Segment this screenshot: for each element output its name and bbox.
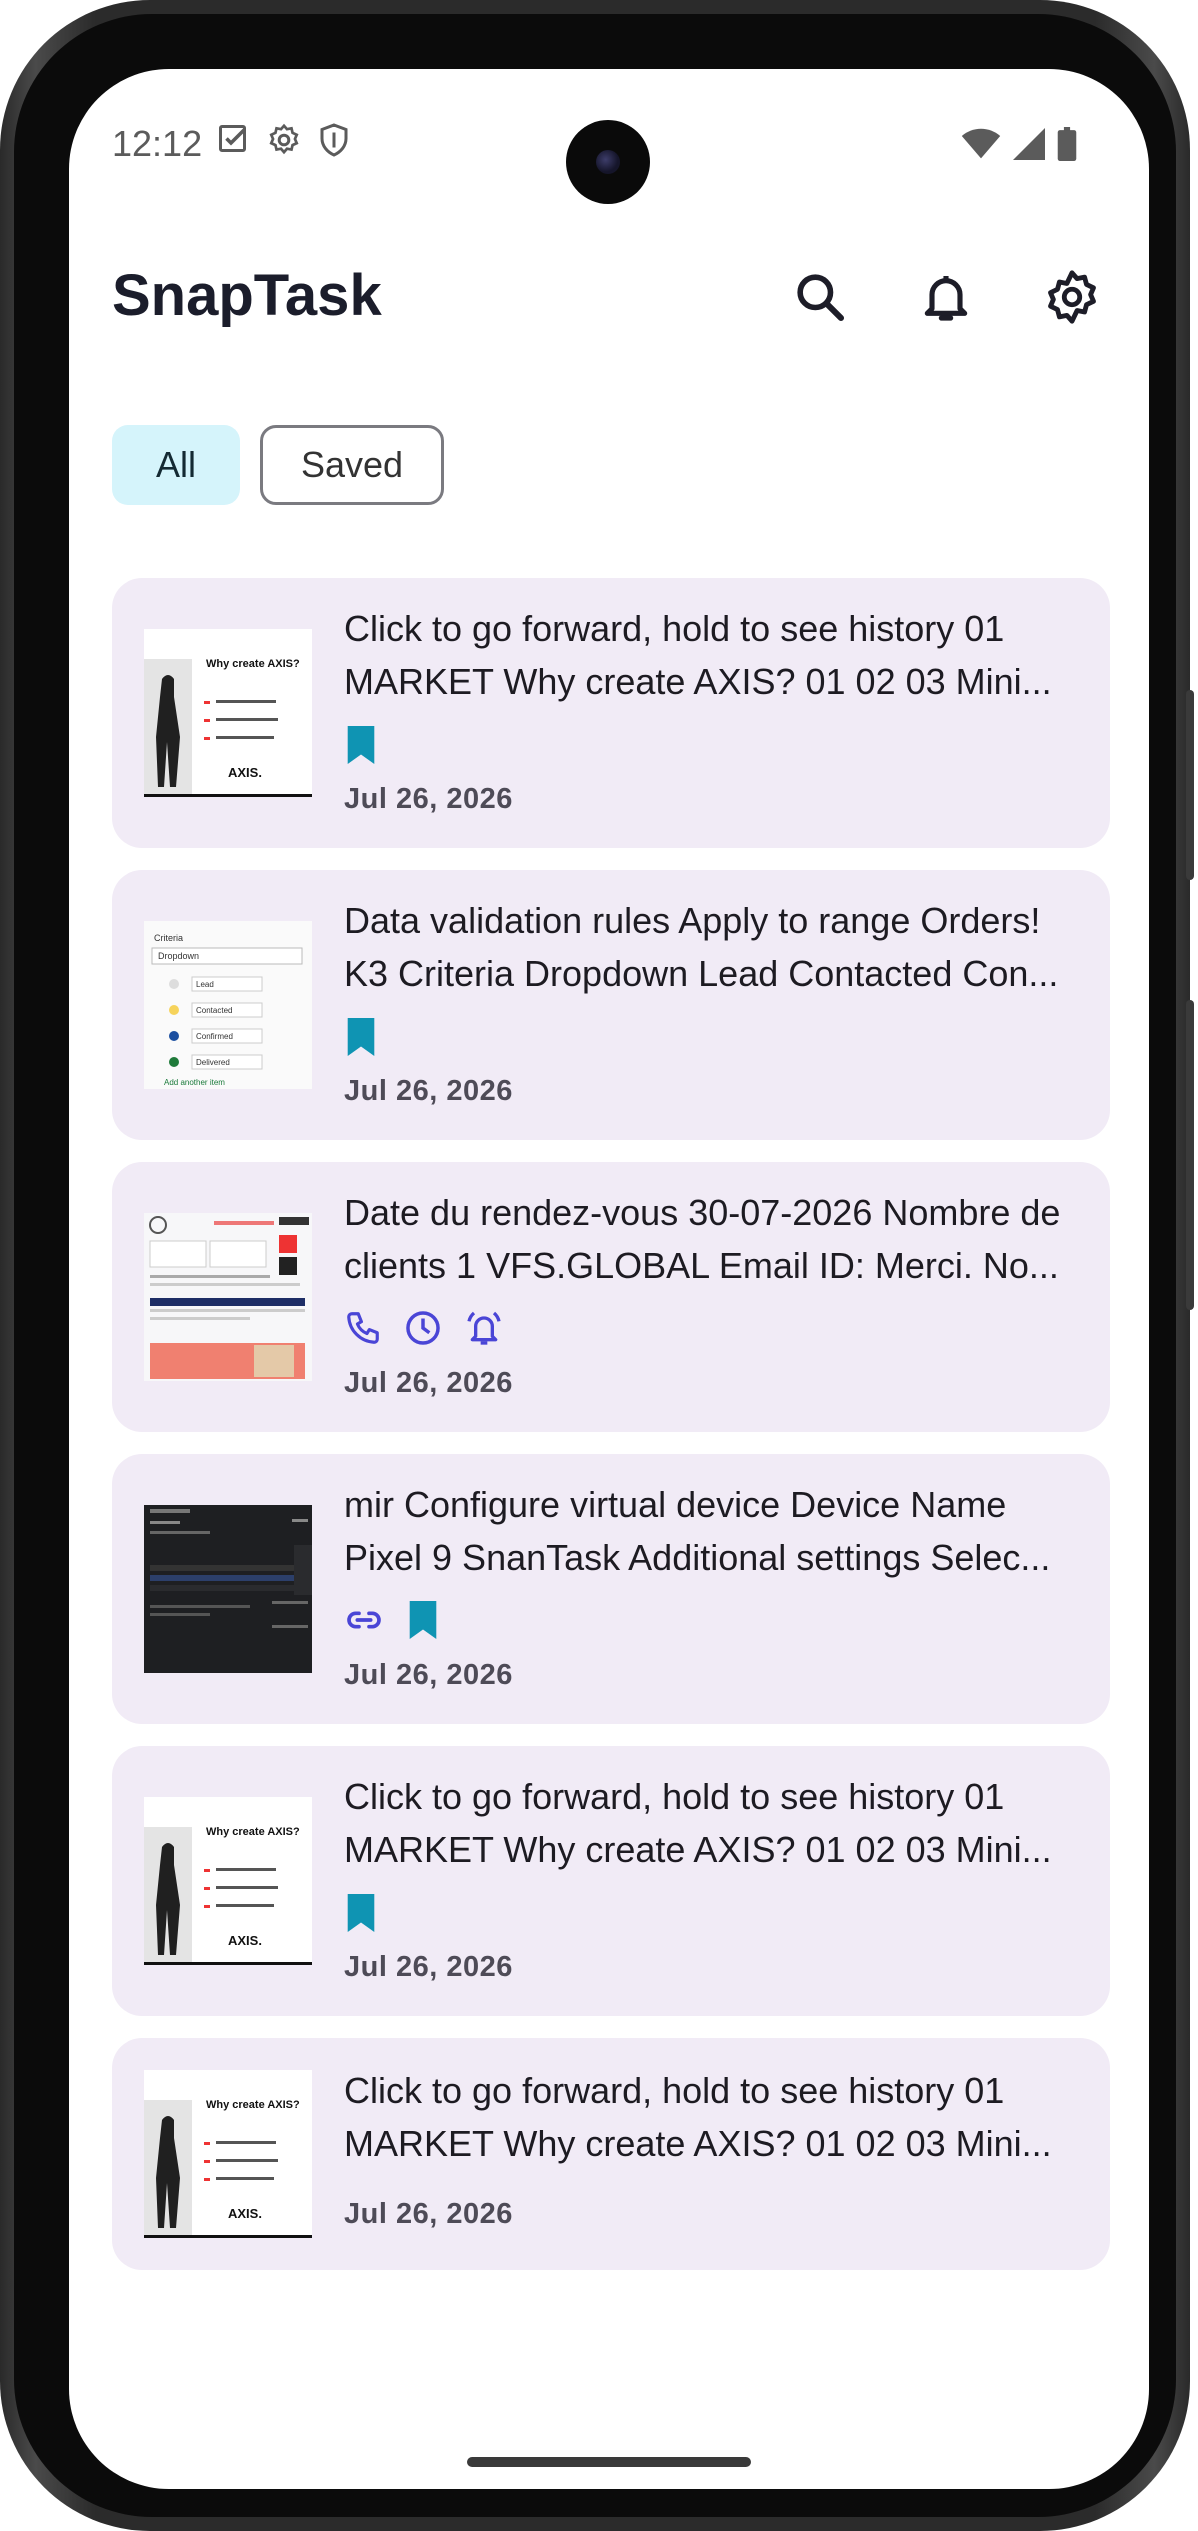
bookmark-icon [347, 726, 375, 764]
thumb-brand: AXIS. [228, 765, 262, 780]
thumb-title: Criteria [154, 933, 183, 943]
status-right [961, 127, 1077, 166]
home-indicator[interactable] [467, 2457, 751, 2467]
list-item[interactable]: Date du rendez-vous 30-07-2026 Nombre de… [112, 1162, 1110, 1432]
status-bar: 12:12 [112, 119, 352, 169]
search-button[interactable] [788, 265, 852, 329]
card-text: Click to go forward, hold to see history… [344, 2064, 1084, 2170]
card-thumbnail: Why create AXIS? AXIS. [144, 1797, 312, 1965]
card-text: Data validation rules Apply to range Ord… [344, 894, 1084, 1000]
thumb-add: Add another item [164, 1078, 225, 1087]
search-icon [797, 274, 845, 322]
card-text-line1: Date du rendez-vous 30-07-2026 Nombre de [344, 1192, 1061, 1233]
bookmark-icon [347, 1018, 375, 1056]
list-item[interactable]: Why create AXIS? AXIS. Click to go forwa… [112, 578, 1110, 848]
card-date: Jul 26, 2026 [344, 1367, 513, 1399]
card-text-line1: Data validation rules Apply to range Ord… [344, 900, 1041, 941]
link-icon[interactable] [344, 1600, 384, 1640]
card-thumbnail: Why create AXIS? AXIS. [144, 2070, 312, 2238]
card-thumbnail [144, 1505, 312, 1673]
card-text-line1: Click to go forward, hold to see history… [344, 2070, 1005, 2111]
card-date: Jul 26, 2026 [344, 1951, 513, 1983]
card-text-line2: clients 1 VFS.GLOBAL Email ID: Merci. No… [344, 1245, 1059, 1286]
card-text: Date du rendez-vous 30-07-2026 Nombre de… [344, 1186, 1084, 1292]
filter-chip-all[interactable]: All [112, 425, 240, 505]
card-meta-icons [344, 1308, 504, 1348]
signal-icon [1013, 128, 1045, 165]
front-camera [566, 120, 650, 204]
card-text: Click to go forward, hold to see history… [344, 602, 1084, 708]
card-text-line2: MARKET Why create AXIS? 01 02 03 Mini... [344, 1829, 1052, 1870]
list-item[interactable]: Why create AXIS? AXIS. Click to go forwa… [112, 2038, 1110, 2270]
bookmark-icon [347, 1894, 375, 1932]
card-date: Jul 26, 2026 [344, 2198, 513, 2230]
list-item[interactable]: Why create AXIS? AXIS. Click to go forwa… [112, 1746, 1110, 2016]
phone-frame: 12:12 SnapTask All Saved Why create AXIS… [0, 0, 1194, 2531]
thumb-title: Why create AXIS? [206, 1826, 300, 1838]
battery-icon [1057, 127, 1077, 166]
power-button [1186, 690, 1194, 880]
settings-button[interactable] [1040, 265, 1104, 329]
thumb-item: Contacted [196, 1006, 232, 1015]
card-meta-icons [344, 1018, 378, 1056]
settings-status-icon [266, 122, 302, 167]
filter-chip-saved[interactable]: Saved [260, 425, 444, 505]
phone-icon[interactable] [344, 1309, 382, 1347]
thumb-title: Why create AXIS? [206, 658, 300, 670]
thumb-item: Lead [196, 980, 214, 989]
thumb-title: Why create AXIS? [206, 2099, 300, 2111]
card-text-line2: K3 Criteria Dropdown Lead Contacted Con.… [344, 953, 1059, 994]
thumb-item: Delivered [196, 1058, 230, 1067]
list-item[interactable]: Criteria Dropdown Lead Contacted Confirm… [112, 870, 1110, 1140]
thumb-brand: AXIS. [228, 1933, 262, 1948]
thumb-brand: AXIS. [228, 2206, 262, 2221]
shield-icon [316, 122, 352, 167]
task-check-icon [216, 122, 252, 167]
card-date: Jul 26, 2026 [344, 1659, 513, 1691]
alarm-icon[interactable] [464, 1308, 504, 1348]
card-text-line2: MARKET Why create AXIS? 01 02 03 Mini... [344, 661, 1052, 702]
card-text-line1: Click to go forward, hold to see history… [344, 608, 1005, 649]
gear-icon [1048, 270, 1096, 324]
app-title: SnapTask [112, 263, 382, 328]
card-date: Jul 26, 2026 [344, 783, 513, 815]
card-meta-icons [344, 1600, 440, 1640]
screen: 12:12 SnapTask All Saved Why create AXIS… [69, 69, 1149, 2489]
list-item[interactable]: mir Configure virtual device Device Name… [112, 1454, 1110, 1724]
phone-bezel: 12:12 SnapTask All Saved Why create AXIS… [14, 14, 1176, 2517]
card-meta-icons [344, 1894, 378, 1932]
card-meta-icons [344, 726, 378, 764]
card-text-line2: MARKET Why create AXIS? 01 02 03 Mini... [344, 2123, 1052, 2164]
clock-icon[interactable] [404, 1309, 442, 1347]
volume-button [1186, 1000, 1194, 1310]
card-date: Jul 26, 2026 [344, 1075, 513, 1107]
thumb-dropdown: Dropdown [158, 951, 199, 961]
card-text: mir Configure virtual device Device Name… [344, 1478, 1084, 1584]
wifi-icon [961, 128, 1001, 165]
card-text-line1: mir Configure virtual device Device Name [344, 1484, 1007, 1525]
card-text-line2: Pixel 9 SnanTask Additional settings Sel… [344, 1537, 1051, 1578]
bell-icon [924, 276, 968, 321]
card-thumbnail: Criteria Dropdown Lead Contacted Confirm… [144, 921, 312, 1089]
card-thumbnail: Why create AXIS? AXIS. [144, 629, 312, 797]
status-time: 12:12 [112, 123, 203, 164]
card-thumbnail [144, 1213, 312, 1381]
bookmark-icon [409, 1601, 437, 1639]
notifications-button[interactable] [914, 265, 978, 329]
card-text-line1: Click to go forward, hold to see history… [344, 1776, 1005, 1817]
card-text: Click to go forward, hold to see history… [344, 1770, 1084, 1876]
thumb-item: Confirmed [196, 1032, 233, 1041]
